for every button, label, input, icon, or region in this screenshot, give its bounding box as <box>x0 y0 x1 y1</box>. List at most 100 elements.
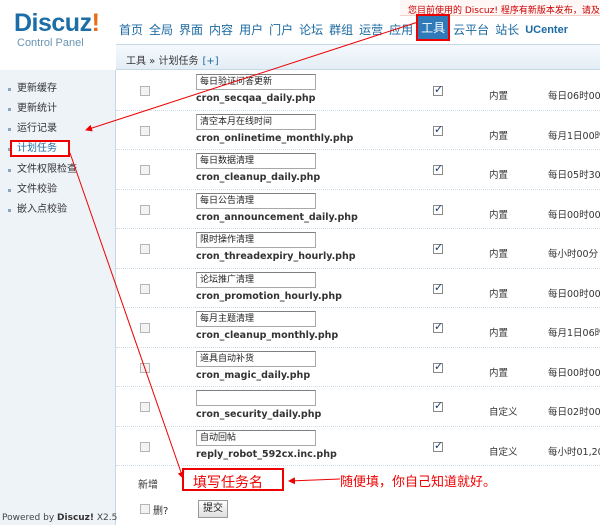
task-name-input[interactable]: 清空本月在线时间 <box>196 113 316 130</box>
new-task-name-input[interactable]: 填写任务名 <box>182 468 284 491</box>
nav-tab[interactable]: 云平台 <box>450 19 492 41</box>
table-row: 每日验证问答更新 cron_secqaa_daily.php 内置 每日06时00分 <box>116 71 600 111</box>
task-name-input[interactable]: 每月主题清理 <box>196 311 316 327</box>
sidebar-item[interactable]: 文件权限检查 <box>0 161 116 179</box>
sidebar-item[interactable]: 更新统计 <box>0 100 116 118</box>
enabled-checkbox[interactable] <box>433 241 443 254</box>
bullet-icon <box>8 88 11 91</box>
sidebar-item-label: 计划任务 <box>17 143 57 154</box>
logo-subtitle: Control Panel <box>17 37 84 49</box>
logo[interactable]: Discuz! Control Panel <box>0 0 116 58</box>
enabled-checkbox[interactable] <box>433 162 443 175</box>
task-type: 内置 <box>489 328 509 339</box>
task-schedule: 每小时00分 <box>548 249 599 260</box>
delete-checkbox[interactable] <box>140 165 150 175</box>
delete-checkbox[interactable] <box>140 402 150 412</box>
sidebar-item-label: 文件权限检查 <box>17 164 77 175</box>
enabled-checkbox[interactable] <box>433 83 443 96</box>
delete-all-checkbox[interactable] <box>140 504 150 514</box>
task-filename: cron_threadexpiry_hourly.php <box>196 251 356 262</box>
table-row: 论坛推广清理 cron_promotion_hourly.php 内置 每日00时00… <box>116 269 600 308</box>
task-name-input[interactable]: 道具自动补货 <box>196 350 316 367</box>
submit-button[interactable]: 提交 <box>198 500 228 518</box>
task-schedule: 每日06时00分 <box>548 91 600 102</box>
task-filename: cron_announcement_daily.php <box>196 211 358 223</box>
table-row: 每日数据清理 cron_cleanup_daily.php 内置 每日05时30分 <box>116 150 600 190</box>
sidebar-item[interactable]: 计划任务 <box>0 140 116 158</box>
table-footer: 删? 提交 <box>116 498 600 525</box>
sidebar-item-label: 文件校验 <box>17 184 57 195</box>
sidebar-item[interactable]: 文件校验 <box>0 181 116 199</box>
logo-title: Discuz! <box>14 9 100 37</box>
nav-tab[interactable]: 用户 <box>236 19 266 41</box>
task-name-input[interactable]: 限时操作清理 <box>196 232 316 248</box>
sidebar-item-label: 更新缓存 <box>17 83 57 94</box>
sidebar-item-label: 运行记录 <box>17 123 57 134</box>
task-schedule: 每月1日06时00分 <box>548 328 600 339</box>
delete-checkbox[interactable] <box>140 323 150 333</box>
task-name-input[interactable]: 自动回帖 <box>196 429 316 446</box>
enabled-checkbox[interactable] <box>433 123 443 136</box>
enabled-checkbox[interactable] <box>433 360 443 373</box>
sidebar: 更新缓存更新统计运行记录计划任务文件权限检查 文件校验嵌入点校验 <box>0 70 116 525</box>
nav-tab[interactable]: 内容 <box>206 19 236 41</box>
bullet-icon <box>8 128 11 131</box>
task-schedule: 每月1日00时00分 <box>548 130 600 142</box>
nav-tab[interactable]: 站长 <box>492 19 522 41</box>
task-name-input[interactable]: 每日数据清理 <box>196 153 316 169</box>
nav-tab[interactable]: 论坛 <box>296 19 326 41</box>
task-name-input[interactable]: 每日验证问答更新 <box>196 74 316 90</box>
table-row: 每日公告清理 cron_announcement_daily.php 内置 每日00时… <box>116 190 600 229</box>
table-row: cron_security_daily.php 自定义 每日02时00分 <box>116 387 600 427</box>
nav-tab[interactable]: UCenter <box>522 19 571 41</box>
table-row: 道具自动补货 cron_magic_daily.php 内置 每日00时00分 <box>116 348 600 387</box>
delete-checkbox[interactable] <box>140 362 150 373</box>
nav-tab[interactable]: 界面 <box>176 19 206 41</box>
enabled-checkbox[interactable] <box>433 281 443 294</box>
nav-tab[interactable]: 工具 <box>416 14 451 41</box>
delete-checkbox[interactable] <box>140 204 150 215</box>
sidebar-item-label: 嵌入点校验 <box>17 204 67 215</box>
sidebar-item[interactable]: 更新缓存 <box>0 80 116 98</box>
enabled-checkbox[interactable] <box>433 202 443 215</box>
add-shortcut-link[interactable]: [+] <box>202 56 218 67</box>
nav-tab[interactable]: 运营 <box>356 19 386 41</box>
nav-tab[interactable]: 全局 <box>146 19 176 41</box>
task-name-input[interactable]: 论坛推广清理 <box>196 271 316 288</box>
task-type: 内置 <box>489 288 509 300</box>
cron-task-table: 自动回帖reply_robot_592cx.inc.php自定义每小时01,20… <box>116 71 600 525</box>
powered-by: Powered by Discuz! X2.5 <box>2 513 118 523</box>
delete-checkbox[interactable] <box>140 125 150 136</box>
delete-checkbox[interactable] <box>140 283 150 294</box>
task-schedule: 每日00时00分 <box>548 367 600 379</box>
sidebar-item-label: 更新统计 <box>17 103 57 114</box>
table-row: 限时操作清理 cron_threadexpiry_hourly.php 内置 每小时0… <box>116 229 600 269</box>
task-schedule: 每小时01,20,40分 <box>548 446 600 458</box>
table-row: 清空本月在线时间 cron_onlinetime_monthly.php 内置 每月1… <box>116 111 600 150</box>
sidebar-item[interactable]: 嵌入点校验 <box>0 201 116 219</box>
task-filename: cron_magic_daily.php <box>196 369 311 381</box>
enabled-checkbox[interactable] <box>433 439 443 452</box>
new-task-row: 新增 填写任务名 随便填，你自己知道就好。 <box>116 467 600 497</box>
task-type: 自定义 <box>489 446 518 458</box>
task-schedule: 每日00时00分 <box>548 288 600 300</box>
bullet-icon <box>8 108 11 111</box>
sidebar-item[interactable]: 运行记录 <box>0 120 116 138</box>
enabled-checkbox[interactable] <box>433 399 443 412</box>
delete-label: 删? <box>153 506 169 517</box>
delete-checkbox[interactable] <box>140 86 150 96</box>
task-name-input[interactable]: 每日公告清理 <box>196 192 316 209</box>
nav-tab[interactable]: 群组 <box>326 19 356 41</box>
nav-tab[interactable]: 首页 <box>116 19 146 41</box>
task-name-input[interactable] <box>196 390 316 406</box>
task-schedule: 每日00时00分 <box>548 209 600 221</box>
delete-checkbox[interactable] <box>140 441 150 452</box>
task-filename: cron_secqaa_daily.php <box>196 93 316 104</box>
enabled-checkbox[interactable] <box>433 320 443 333</box>
task-type: 内置 <box>489 249 509 260</box>
delete-checkbox[interactable] <box>140 244 150 254</box>
nav-tab[interactable]: 应用 <box>386 19 416 41</box>
nav-tab[interactable]: 门户 <box>266 19 296 41</box>
bullet-icon <box>8 189 11 192</box>
task-type: 内置 <box>489 170 509 181</box>
